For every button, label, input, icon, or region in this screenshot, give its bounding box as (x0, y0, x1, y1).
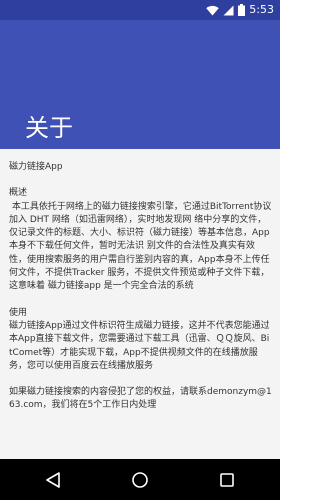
wifi-icon (206, 5, 219, 15)
back-button[interactable] (42, 469, 64, 491)
about-screen: 5:53 关于 磁力链接App 概述 本工具依托于网络上的磁力链接搜索引擎，它通… (0, 0, 280, 500)
app-bar: 关于 (0, 20, 280, 149)
status-bar: 5:53 (0, 0, 280, 20)
contact-text: 如果磁力链接搜索的内容侵犯了您的权益，请联系demonzym@163.com，我… (9, 387, 272, 411)
home-icon (132, 472, 148, 488)
recents-button[interactable] (216, 469, 238, 491)
page-title: 关于 (25, 114, 73, 142)
battery-icon (238, 4, 246, 16)
usage-text: 磁力链接App通过文件标识符生成磁力链接，这并不代表您能通过本App直接下载文件… (9, 320, 270, 371)
overview-text: 本工具依托于网络上的磁力链接搜索引擎，它通过BitTorrent协议加入 DHT… (9, 201, 272, 292)
app-heading: 磁力链接App (9, 162, 63, 172)
recents-icon (220, 473, 234, 487)
overview-title: 概述 (9, 188, 28, 199)
home-button[interactable] (129, 469, 151, 491)
navigation-bar (0, 459, 280, 500)
about-text-block: 磁力链接App 概述 本工具依托于网络上的磁力链接搜索引擎，它通过BitTorr… (9, 161, 272, 413)
status-time: 5:53 (249, 3, 274, 16)
about-content[interactable]: 磁力链接App 概述 本工具依托于网络上的磁力链接搜索引擎，它通过BitTorr… (0, 149, 280, 459)
status-icons: 5:53 (206, 3, 274, 17)
cellular-signal-icon (223, 5, 234, 15)
back-icon (46, 472, 60, 488)
usage-title: 使用 (9, 307, 28, 318)
